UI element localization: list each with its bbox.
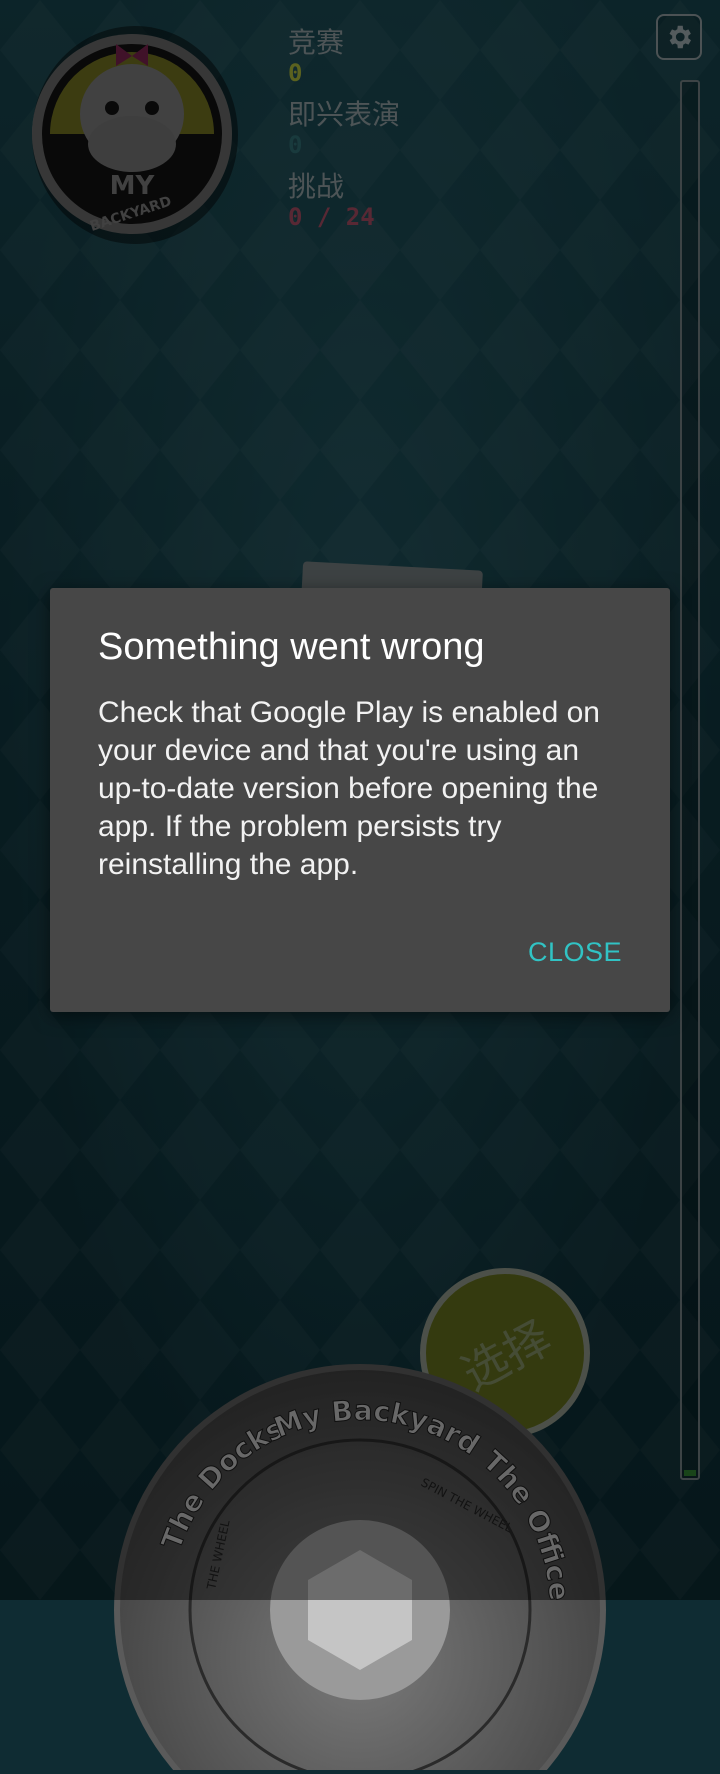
error-dialog: Something went wrong Check that Google P… bbox=[50, 588, 670, 1012]
dialog-message: Check that Google Play is enabled on you… bbox=[98, 696, 600, 881]
close-button[interactable]: CLOSE bbox=[528, 937, 622, 968]
dialog-title: Something went wrong bbox=[98, 626, 485, 668]
